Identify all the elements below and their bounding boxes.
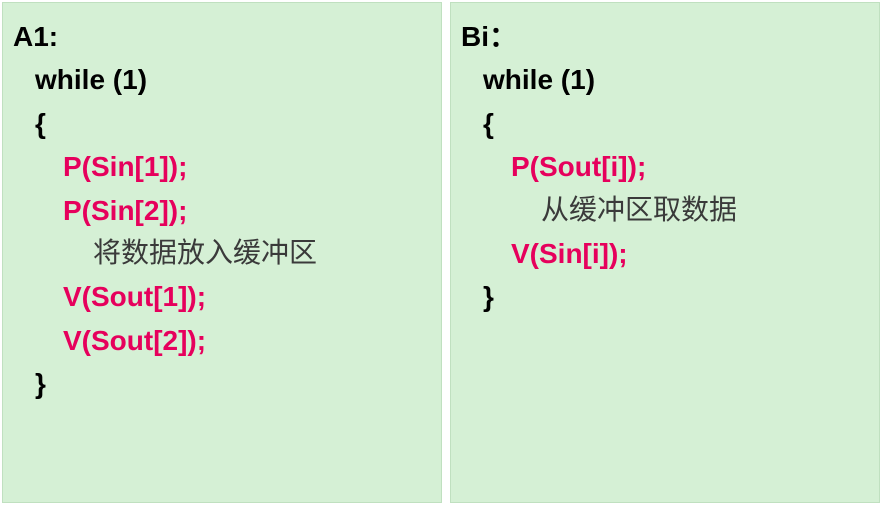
p-operation-1: P(Sin[1]);: [13, 145, 431, 188]
comment-get-data: 从缓冲区取数据: [461, 189, 869, 232]
p-operation: P(Sout[i]);: [461, 145, 869, 188]
code-block-a1: A1: while (1) { P(Sin[1]); P(Sin[2]); 将数…: [2, 2, 442, 503]
v-operation-2: V(Sout[2]);: [13, 319, 431, 362]
open-brace: {: [13, 102, 431, 145]
p-operation-2: P(Sin[2]);: [13, 189, 431, 232]
while-keyword: while (1): [461, 58, 869, 101]
v-operation-1: V(Sout[1]);: [13, 275, 431, 318]
label-bi: Bi：: [461, 15, 869, 58]
while-keyword: while (1): [13, 58, 431, 101]
close-brace: }: [461, 275, 869, 318]
close-brace: }: [13, 362, 431, 405]
comment-put-data: 将数据放入缓冲区: [13, 232, 431, 275]
open-brace: {: [461, 102, 869, 145]
code-block-bi: Bi： while (1) { P(Sout[i]); 从缓冲区取数据 V(Si…: [450, 2, 880, 503]
v-operation: V(Sin[i]);: [461, 232, 869, 275]
label-a1: A1:: [13, 15, 431, 58]
